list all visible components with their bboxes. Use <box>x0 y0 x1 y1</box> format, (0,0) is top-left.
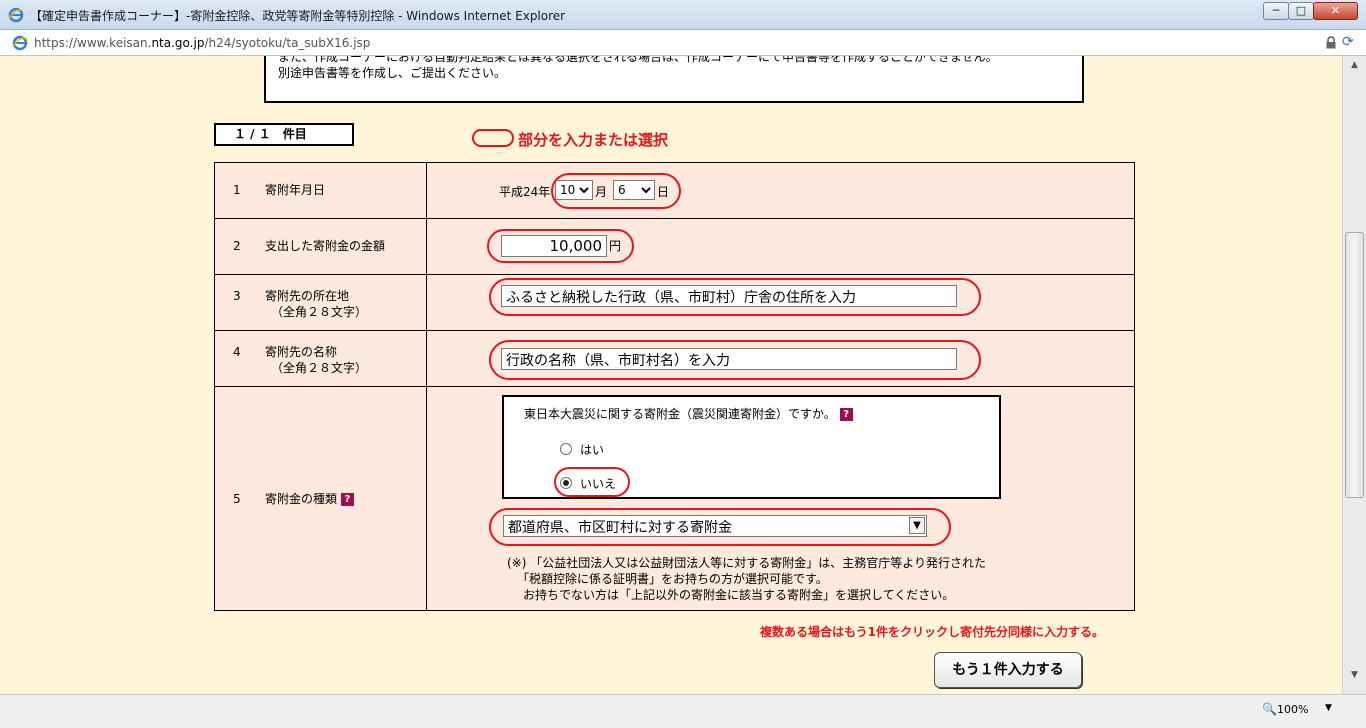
add-another-button[interactable]: もう１件入力する <box>934 652 1082 688</box>
window-title: 【確定申告書作成コーナー】-寄附金控除、政党等寄附金等特別控除 - Window… <box>30 9 566 23</box>
window-title-bar: 【確定申告書作成コーナー】-寄附金控除、政党等寄附金等特別控除 - Window… <box>0 0 1366 30</box>
url-text[interactable]: https://www.keisan.nta.go.jp/h24/syotoku… <box>34 36 370 50</box>
row-label: 寄附年月日 <box>265 183 326 197</box>
row-label: 寄附先の所在地 <box>265 289 350 303</box>
row-label-text: 寄附金の種類 <box>265 492 338 506</box>
url-domain: nta.go.jp <box>151 36 205 50</box>
lock-icon <box>1326 36 1336 49</box>
notice-box: また、作成コーナーにおける自動判定結果とは異なる選択をされる場合は、作成コーナー… <box>264 56 1084 103</box>
row-number: 1 <box>233 183 241 197</box>
highlight-oval <box>489 340 981 380</box>
row-sublabel: （全角２８文字） <box>271 361 368 375</box>
notice-line-2: 別途申告書等を作成し、ご提出ください。 <box>278 66 507 80</box>
status-bar: 🔍 100% ▼ <box>0 694 1366 728</box>
radio-yes[interactable] <box>560 443 572 455</box>
note-line-3: お持ちでない方は「上記以外の寄附金に該当する寄附金」を選択してください。 <box>523 588 955 602</box>
row-donation-date: 1 寄附年月日 平成24年 10 月 6 日 <box>214 162 1135 219</box>
row-sublabel: （全角２８文字） <box>271 305 368 319</box>
help-icon[interactable]: ? <box>340 493 354 506</box>
row-address: 3 寄附先の所在地 （全角２８文字） ふるさと納税した行政（県、市町村）庁舎の住… <box>214 274 1135 331</box>
legend-text: 部分を入力または選択 <box>518 131 669 149</box>
refresh-icon[interactable]: ⟳ <box>1342 34 1354 50</box>
note-line-2: 「税額控除に係る証明書」をお持ちの方が選択可能です。 <box>517 572 828 586</box>
internet-explorer-icon <box>8 7 24 23</box>
zoom-chevron-down-icon[interactable]: ▼ <box>1325 703 1332 713</box>
row-label: 寄附先の名称 <box>265 345 338 359</box>
row-donation-type: 5 寄附金の種類 ? 東日本大震災に関する寄附金（震災関連寄附金）ですか。 ? … <box>214 386 1135 611</box>
zoom-icon[interactable]: 🔍 <box>1262 702 1277 716</box>
highlight-oval <box>489 278 981 316</box>
address-bar[interactable]: https://www.keisan.nta.go.jp/h24/syotoku… <box>0 30 1366 56</box>
row-label: 支出した寄附金の金額 <box>265 239 386 253</box>
record-counter: １ / １ 件目 <box>214 123 354 146</box>
maximize-button[interactable]: □ <box>1288 2 1314 20</box>
earthquake-question: 東日本大震災に関する寄附金（震災関連寄附金）ですか。 ? <box>524 405 853 422</box>
red-oval-icon <box>472 129 514 147</box>
highlight-oval <box>489 508 951 546</box>
page-viewport: また、作成コーナーにおける自動判定結果とは異なる選択をされる場合は、作成コーナー… <box>0 56 1342 694</box>
row-label: 寄附金の種類 ? <box>265 491 354 507</box>
multiple-entries-warning: 複数ある場合はもう1件をクリックし寄付先分同様に入力する。 <box>760 625 1104 639</box>
zoom-level[interactable]: 100% <box>1277 703 1308 716</box>
row-name: 4 寄附先の名称 （全角２８文字） 行政の名称（県、市町村名）を入力 <box>214 330 1135 387</box>
highlight-oval <box>551 173 681 209</box>
earthquake-question-text: 東日本大震災に関する寄附金（震災関連寄附金）ですか。 <box>524 407 836 421</box>
scroll-up-icon[interactable]: ▲ <box>1343 56 1366 74</box>
row-number: 4 <box>233 345 241 359</box>
row-number: 3 <box>233 289 241 303</box>
era-year-label: 平成24年 <box>499 185 551 199</box>
radio-yes-label: はい <box>580 443 605 457</box>
highlight-oval <box>554 467 630 497</box>
page-favicon-icon <box>12 35 28 51</box>
highlight-oval <box>487 229 634 263</box>
row-number: 2 <box>233 239 241 253</box>
help-icon[interactable]: ? <box>839 408 853 421</box>
close-button[interactable]: ✕ <box>1313 2 1358 20</box>
scroll-thumb[interactable] <box>1345 232 1364 498</box>
url-path: /h24/syotoku/ta_subX16.jsp <box>204 36 371 50</box>
row-number: 5 <box>233 492 241 506</box>
earthquake-question-box: 東日本大震災に関する寄附金（震災関連寄附金）ですか。 ? はい いいえ <box>502 395 1001 499</box>
url-prefix: https://www.keisan. <box>34 36 152 50</box>
note-line-1: (※) 「公益社団法人又は公益財団法人等に対する寄附金」は、主務官庁等より発行さ… <box>507 556 986 570</box>
minimize-button[interactable]: ─ <box>1263 2 1289 20</box>
row-amount: 2 支出した寄附金の金額 10,000 円 <box>214 218 1135 275</box>
donation-form-table: 1 寄附年月日 平成24年 10 月 6 日 2 支出した寄附金の金額 10,0… <box>214 162 1135 611</box>
scroll-down-icon[interactable]: ▼ <box>1343 666 1366 684</box>
vertical-scrollbar[interactable]: ▲ ▼ <box>1342 56 1366 694</box>
